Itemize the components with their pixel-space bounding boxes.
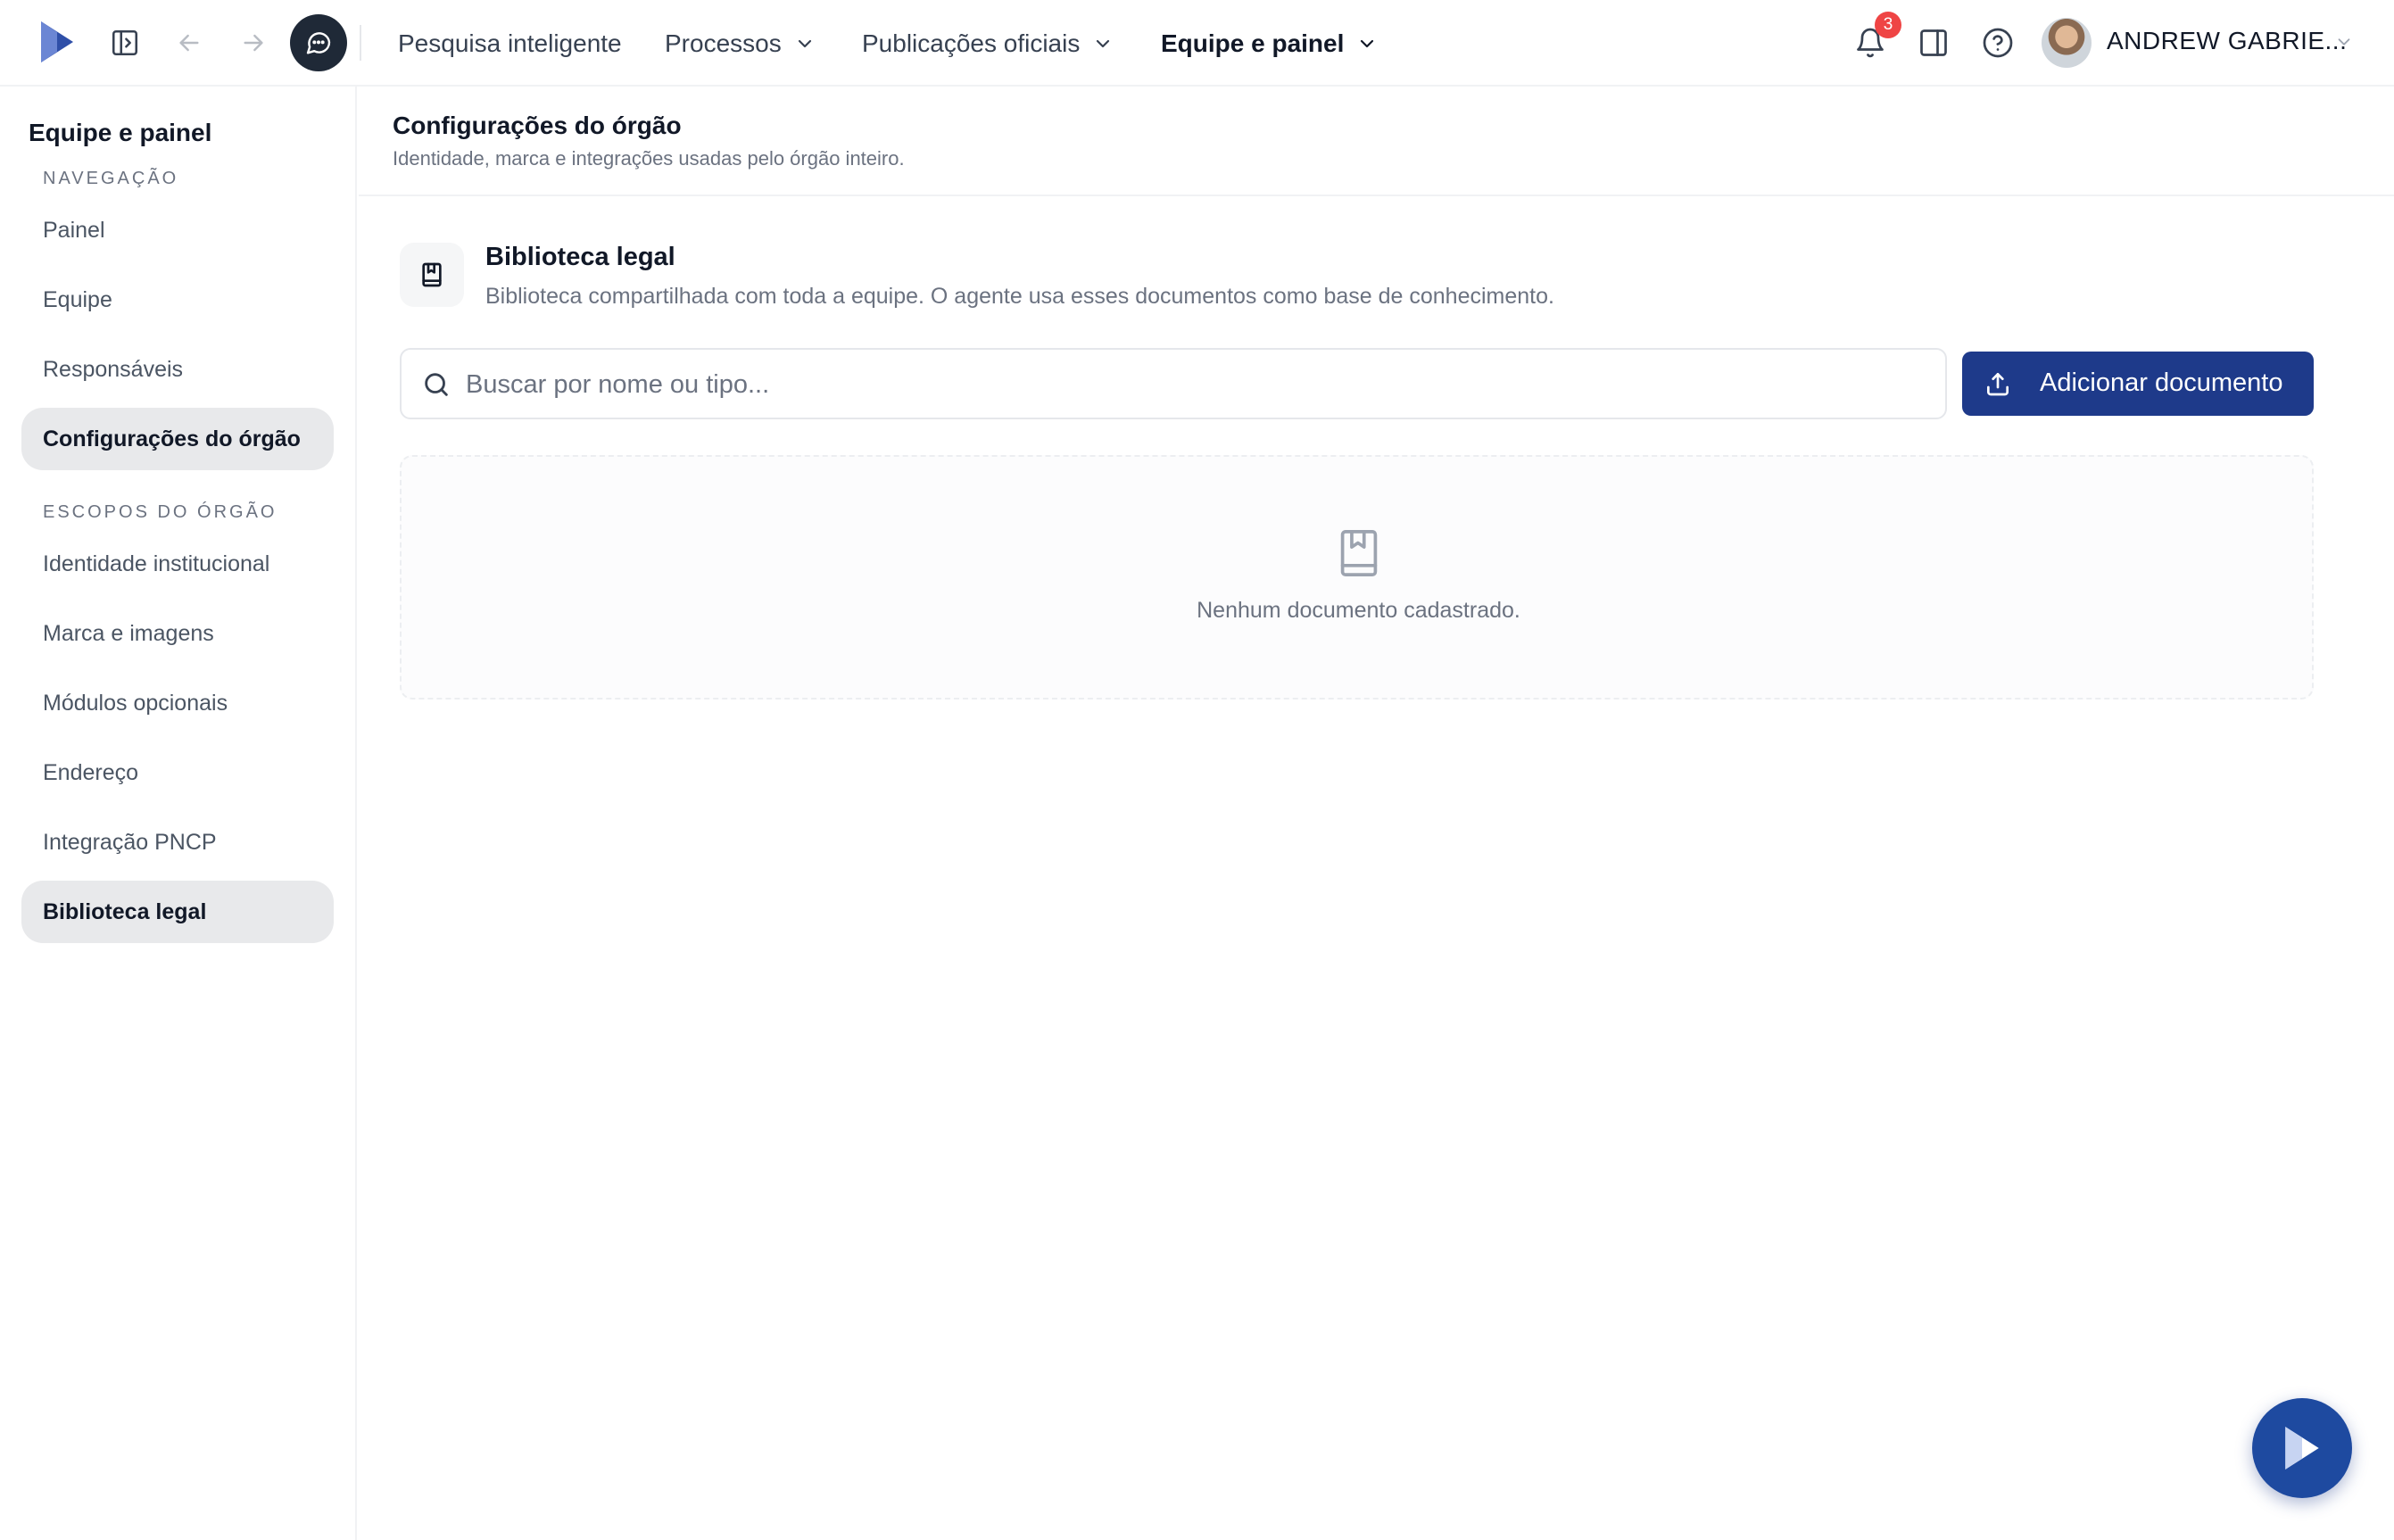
chat-button[interactable] (290, 14, 347, 71)
search-input[interactable] (466, 360, 1929, 409)
notifications-badge: 3 (1875, 12, 1901, 38)
nav-publicacoes-oficiais[interactable]: Publicações oficiais (862, 27, 1114, 61)
back-button[interactable] (162, 16, 216, 70)
back-arrow-icon (179, 34, 199, 52)
sidebar-item-label: Integração PNCP (43, 829, 217, 855)
library-title: Biblioteca legal (485, 243, 675, 271)
sidebar-item-equipe[interactable]: Equipe (21, 269, 334, 331)
nav-processos[interactable]: Processos (665, 27, 816, 61)
sidebar-item-painel[interactable]: Painel (21, 199, 334, 261)
toolbar-divider (360, 25, 361, 61)
add-document-label: Adicionar documento (2040, 368, 2283, 397)
search-icon (425, 373, 448, 396)
sidebar-item-modulos-opcionais[interactable]: Módulos opcionais (21, 672, 334, 734)
chevron-down-icon (1097, 39, 1110, 48)
app-logo-icon[interactable] (37, 20, 77, 64)
forward-arrow-icon (244, 34, 263, 52)
help-button[interactable] (1971, 16, 2025, 70)
sidebar-item-label: Painel (43, 217, 105, 243)
page-subtitle: Identidade, marca e integrações usadas p… (393, 147, 905, 170)
book-icon (422, 262, 442, 287)
sidebar-item-biblioteca-legal[interactable]: Biblioteca legal (21, 881, 334, 943)
book-icon (1340, 530, 1378, 576)
sidebar-item-label: Identidade institucional (43, 551, 270, 576)
library-icon-tile (400, 243, 464, 307)
nav-pesquisa-inteligente[interactable]: Pesquisa inteligente (398, 27, 622, 61)
top-bar: Pesquisa inteligente Processos Publicaçõ… (0, 0, 2394, 87)
sidebar-item-label: Endereço (43, 759, 139, 785)
chat-icon (306, 32, 331, 54)
sidebar-item-label: Responsáveis (43, 356, 184, 382)
nav-label: Pesquisa inteligente (398, 29, 622, 57)
sidebar-toggle-button[interactable] (98, 16, 152, 70)
sidebar-toggle-icon (112, 29, 138, 56)
sidebar-item-marca-e-imagens[interactable]: Marca e imagens (21, 602, 334, 665)
page-title: Configurações do órgão (393, 112, 682, 139)
panel-icon (1920, 29, 1947, 56)
page-header: Configurações do órgão Identidade, marca… (359, 87, 2394, 196)
chevron-down-icon (798, 39, 811, 48)
sidebar-item-label: Biblioteca legal (43, 898, 207, 924)
upload-icon (1987, 373, 2009, 396)
library-description: Biblioteca compartilhada com toda a equi… (485, 284, 1554, 309)
sidebar-item-label: Configurações do órgão (43, 426, 301, 451)
avatar[interactable] (2042, 18, 2092, 68)
sidebar-section-label: NAVEGAÇÃO (43, 169, 179, 188)
sidebar: Equipe e painel NAVEGAÇÃO Painel Equipe … (0, 87, 357, 1540)
empty-state: Nenhum documento cadastrado. (400, 455, 2314, 700)
sidebar-item-label: Equipe (43, 286, 112, 312)
sidebar-item-label: Marca e imagens (43, 620, 214, 646)
sidebar-item-responsaveis[interactable]: Responsáveis (21, 338, 334, 401)
forward-button[interactable] (227, 16, 280, 70)
add-document-button[interactable]: Adicionar documento (1962, 352, 2314, 416)
sidebar-title: Equipe e painel (29, 119, 212, 146)
sidebar-item-label: Módulos opcionais (43, 690, 228, 716)
panel-toggle-button[interactable] (1907, 16, 1960, 70)
nav-label: Equipe e painel (1161, 29, 1345, 57)
help-icon (1983, 28, 2013, 58)
sidebar-item-integracao-pncp[interactable]: Integração PNCP (21, 811, 334, 873)
sidebar-item-configuracoes-do-orgao[interactable]: Configurações do órgão (21, 408, 334, 470)
assistant-play-icon (2285, 1427, 2319, 1470)
assistant-button[interactable] (2252, 1398, 2352, 1498)
search-box (400, 348, 1947, 419)
empty-state-text: Nenhum documento cadastrado. (1197, 598, 1520, 623)
nav-label: Processos (665, 29, 782, 57)
chevron-down-icon[interactable] (2334, 32, 2354, 52)
chevron-down-icon (1361, 39, 1374, 48)
sidebar-section-label: ESCOPOS DO ÓRGÃO (43, 502, 278, 522)
nav-equipe-e-painel[interactable]: Equipe e painel (1161, 27, 1378, 61)
nav-label: Publicações oficiais (862, 29, 1081, 57)
sidebar-item-endereco[interactable]: Endereço (21, 741, 334, 804)
user-name[interactable]: ANDREW GABRIE... (2107, 27, 2347, 55)
sidebar-item-identidade-institucional[interactable]: Identidade institucional (21, 533, 334, 595)
